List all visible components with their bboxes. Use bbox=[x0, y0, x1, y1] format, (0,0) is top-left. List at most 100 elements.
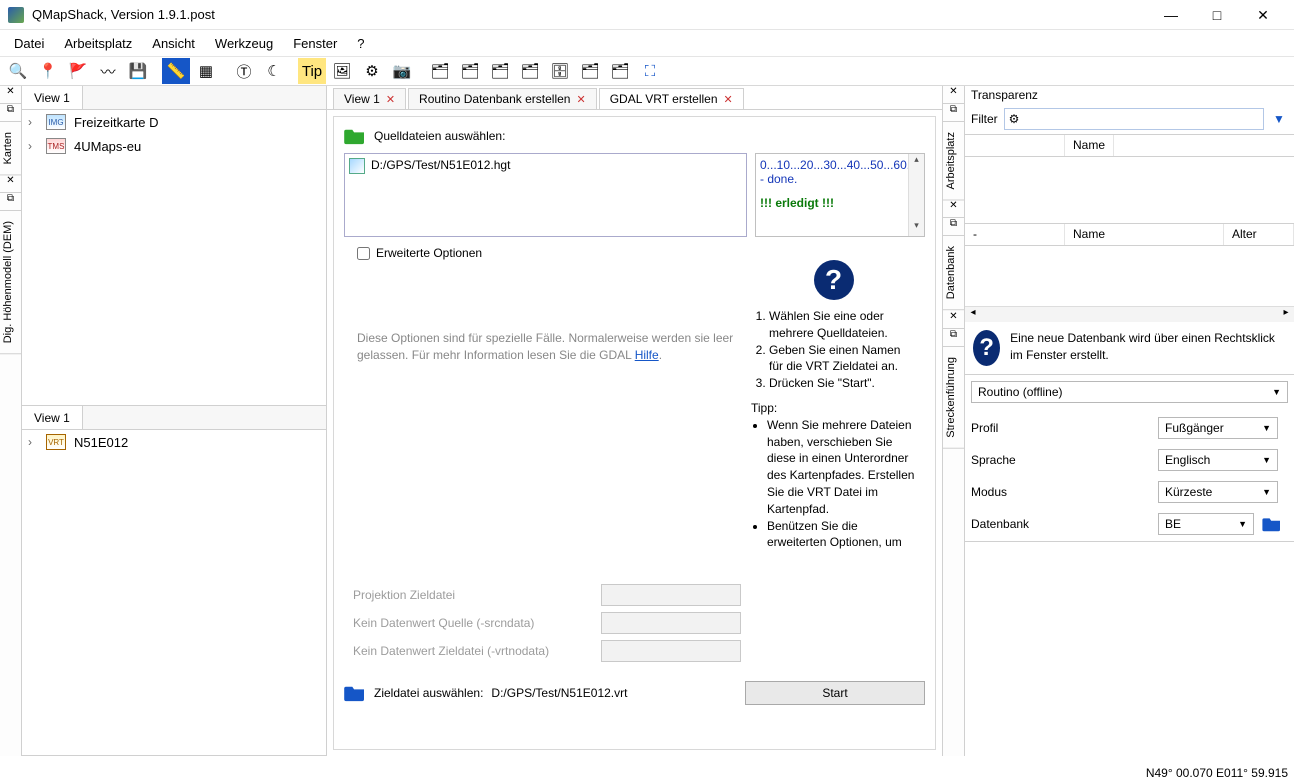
tipps-section: Tipp: Wenn Sie mehrere Dateien haben, ve… bbox=[751, 400, 916, 551]
start-button[interactable]: Start bbox=[745, 681, 925, 705]
db-col-name[interactable]: Name bbox=[1065, 224, 1224, 245]
tool-fullscreen-icon[interactable]: ⛶ bbox=[636, 58, 664, 84]
close-tab-icon[interactable]: ✕ bbox=[576, 93, 585, 106]
close-tab-icon[interactable]: ✕ bbox=[724, 93, 733, 106]
modus-select[interactable]: Kürzeste▼ bbox=[1158, 481, 1278, 503]
tab-routino[interactable]: Routino Datenbank erstellen ✕ bbox=[408, 88, 597, 109]
pin-icon[interactable]: ⧉ bbox=[943, 104, 964, 122]
close-tab-icon[interactable]: ✕ bbox=[386, 93, 395, 106]
database-list[interactable] bbox=[965, 246, 1294, 306]
tool-tip-icon[interactable]: Tip bbox=[298, 58, 326, 84]
side-tab-datenbank[interactable]: Datenbank bbox=[943, 236, 964, 310]
open-db-folder-icon[interactable] bbox=[1260, 513, 1284, 535]
source-files-list[interactable]: D:/GPS/Test/N51E012.hgt bbox=[344, 153, 747, 237]
transparenz-header: Transparenz bbox=[965, 86, 1294, 104]
proj-input bbox=[601, 584, 741, 606]
tool-add-waypoint-icon[interactable]: 📍 bbox=[34, 58, 62, 84]
minimize-button[interactable]: — bbox=[1148, 0, 1194, 30]
chevron-down-icon: ▼ bbox=[1272, 387, 1281, 397]
tool-layers3-icon[interactable]: 🗂 bbox=[486, 58, 514, 84]
unpin-icon[interactable]: ✕ bbox=[943, 86, 964, 104]
side-tab-dem[interactable]: Dig. Höhenmodell (DEM) bbox=[0, 211, 21, 354]
tab-label: GDAL VRT erstellen bbox=[610, 92, 718, 106]
maps-view-tab[interactable]: View 1 bbox=[22, 86, 83, 109]
db-col-dash[interactable]: - bbox=[965, 224, 1065, 245]
open-folder-icon[interactable] bbox=[344, 127, 366, 145]
tool-layers6-icon[interactable]: 🗂 bbox=[606, 58, 634, 84]
document-tabs: View 1 ✕ Routino Datenbank erstellen ✕ G… bbox=[327, 86, 942, 110]
pin-icon[interactable]: ⧉ bbox=[943, 218, 964, 236]
dem-type-icon: VRT bbox=[46, 434, 66, 450]
gdal-help-link[interactable]: Hilfe bbox=[635, 348, 659, 362]
tool-grid-icon[interactable]: ▦ bbox=[192, 58, 220, 84]
side-tab-arbeitsplatz[interactable]: Arbeitsplatz bbox=[943, 122, 964, 200]
profil-select[interactable]: Fußgänger▼ bbox=[1158, 417, 1278, 439]
gear-icon[interactable]: ⚙ bbox=[1009, 112, 1020, 126]
close-button[interactable]: ✕ bbox=[1240, 0, 1286, 30]
workspace-list[interactable] bbox=[965, 157, 1294, 223]
name-column[interactable]: Name bbox=[1065, 135, 1114, 156]
dem-view-tab[interactable]: View 1 bbox=[22, 406, 83, 429]
map-item[interactable]: › TMS 4UMaps-eu bbox=[22, 134, 326, 158]
tool-text-icon[interactable]: Ⓣ bbox=[230, 58, 258, 84]
tool-gear-icon[interactable]: ⚙ bbox=[358, 58, 386, 84]
chevron-down-icon: ▼ bbox=[1262, 455, 1271, 465]
filter-input[interactable]: ⚙ bbox=[1004, 108, 1264, 130]
tool-route-icon[interactable]: 🚩 bbox=[64, 58, 92, 84]
gdal-vrt-panel: Quelldateien auswählen: D:/GPS/Test/N51E… bbox=[333, 116, 936, 750]
unpin-bottom-icon[interactable]: ✕ bbox=[0, 175, 21, 193]
unpin-icon[interactable]: ✕ bbox=[943, 311, 964, 329]
tool-ruler-icon[interactable]: 📏 bbox=[162, 58, 190, 84]
advanced-options-checkbox[interactable]: Erweiterte Optionen bbox=[353, 246, 486, 260]
tool-layers5-icon[interactable]: 🗂 bbox=[576, 58, 604, 84]
tool-search-icon[interactable]: 🔍 bbox=[4, 58, 32, 84]
db-scrollbar[interactable]: ◂▸ bbox=[965, 306, 1294, 322]
router-select[interactable]: Routino (offline)▼ bbox=[971, 381, 1288, 403]
side-tab-karten[interactable]: Karten bbox=[0, 122, 21, 175]
tool-layers2-icon[interactable]: 🗂 bbox=[456, 58, 484, 84]
database-hint: ? Eine neue Datenbank wird über einen Re… bbox=[965, 322, 1294, 374]
datenbank-select[interactable]: BE▼ bbox=[1158, 513, 1254, 535]
menu-datei[interactable]: Datei bbox=[4, 32, 54, 55]
database-panel: - Name Alter ◂▸ ? Eine neue Datenbank wi… bbox=[965, 224, 1294, 375]
pin-icon[interactable]: ⧉ bbox=[943, 329, 964, 347]
side-tab-streckenfuehrung[interactable]: Streckenführung bbox=[943, 347, 964, 449]
chevron-down-icon: ▼ bbox=[1262, 487, 1271, 497]
unpin-top-icon[interactable]: ✕ bbox=[0, 86, 21, 104]
dem-item[interactable]: › VRT N51E012 bbox=[22, 430, 326, 454]
menu-arbeitsplatz[interactable]: Arbeitsplatz bbox=[54, 32, 142, 55]
menu-fenster[interactable]: Fenster bbox=[283, 32, 347, 55]
tool-layers1-icon[interactable]: 🗂 bbox=[426, 58, 454, 84]
tab-view1[interactable]: View 1 ✕ bbox=[333, 88, 406, 109]
tool-night-icon[interactable]: ☾ bbox=[260, 58, 288, 84]
db-col-alter[interactable]: Alter bbox=[1224, 224, 1294, 245]
log-scrollbar[interactable]: ▴▾ bbox=[908, 154, 924, 236]
hgt-file-icon bbox=[349, 158, 365, 174]
menu-bar: Datei Arbeitsplatz Ansicht Werkzeug Fens… bbox=[0, 30, 1294, 56]
funnel-icon[interactable]: ▼ bbox=[1270, 112, 1288, 126]
maximize-button[interactable]: □ bbox=[1194, 0, 1240, 30]
sprache-select[interactable]: Englisch▼ bbox=[1158, 449, 1278, 471]
menu-ansicht[interactable]: Ansicht bbox=[142, 32, 205, 55]
map-type-icon: TMS bbox=[46, 138, 66, 154]
unpin-icon[interactable]: ✕ bbox=[943, 200, 964, 218]
tool-image-icon[interactable]: 🖼 bbox=[328, 58, 356, 84]
advanced-options-input[interactable] bbox=[357, 247, 370, 260]
tool-save-icon[interactable]: 💾 bbox=[124, 58, 152, 84]
tool-layers4-icon[interactable]: 🗂 bbox=[516, 58, 544, 84]
pin-bottom-icon[interactable]: ⧉ bbox=[0, 193, 21, 211]
menu-help[interactable]: ? bbox=[347, 32, 374, 55]
source-file-path: D:/GPS/Test/N51E012.hgt bbox=[371, 158, 510, 172]
target-folder-icon[interactable] bbox=[344, 684, 366, 702]
window-title: QMapShack, Version 1.9.1.post bbox=[32, 7, 1148, 22]
profil-label: Profil bbox=[971, 421, 1158, 435]
tool-track-icon[interactable]: 〰 bbox=[94, 58, 122, 84]
tab-gdal[interactable]: GDAL VRT erstellen ✕ bbox=[599, 88, 744, 109]
target-file-path: D:/GPS/Test/N51E012.vrt bbox=[491, 686, 627, 700]
pin-top-icon[interactable]: ⧉ bbox=[0, 104, 21, 122]
tool-db-icon[interactable]: 🗄 bbox=[546, 58, 574, 84]
map-item[interactable]: › IMG Freizeitkarte D bbox=[22, 110, 326, 134]
tool-screenshot-icon[interactable]: 📷 bbox=[388, 58, 416, 84]
menu-werkzeug[interactable]: Werkzeug bbox=[205, 32, 283, 55]
coordinates: N49° 00.070 E011° 59.915 bbox=[1146, 766, 1288, 780]
